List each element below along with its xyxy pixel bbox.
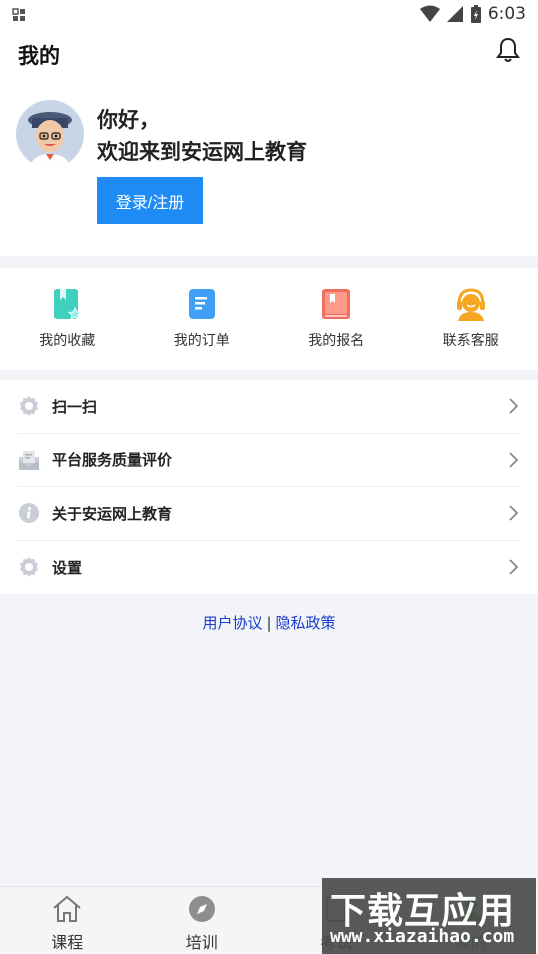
quick-item-label: 我的报名 bbox=[308, 333, 365, 349]
signal-icon bbox=[446, 6, 463, 22]
status-bar: 6:03 bbox=[0, 0, 538, 28]
chevron-right-icon bbox=[509, 559, 519, 575]
menu-item-label: 设置 bbox=[52, 558, 83, 577]
watermark-url: www.xiazaihao.com bbox=[330, 926, 515, 947]
compass-icon bbox=[188, 896, 215, 922]
menu-item-label: 扫一扫 bbox=[52, 397, 98, 416]
book-icon bbox=[322, 289, 351, 319]
avatar[interactable] bbox=[16, 100, 84, 168]
status-time: 6:03 bbox=[487, 4, 526, 24]
tab-label: 课程 bbox=[51, 933, 84, 952]
home-icon bbox=[53, 895, 81, 922]
menu-item-service-rating[interactable]: 平台服务质量评价 bbox=[18, 434, 520, 487]
gear-icon bbox=[19, 396, 39, 417]
link-separator: | bbox=[266, 614, 272, 632]
mail-icon bbox=[19, 450, 39, 470]
tab-training[interactable]: 培训 bbox=[135, 887, 270, 954]
quick-item-registrations[interactable]: 我的报名 bbox=[269, 268, 404, 370]
battery-icon bbox=[470, 5, 481, 23]
legal-links: 用户协议 | 隐私政策 bbox=[0, 612, 538, 633]
quick-item-label: 我的订单 bbox=[173, 333, 230, 349]
menu-item-label: 关于安运网上教育 bbox=[52, 504, 173, 523]
menu-item-label: 平台服务质量评价 bbox=[52, 451, 173, 470]
menu-item-about[interactable]: 关于安运网上教育 bbox=[18, 487, 520, 541]
greeting-line-2: 欢迎来到安运网上教育 bbox=[97, 140, 307, 164]
quick-actions: 我的收藏 我的订单 我的报名 联系客服 bbox=[0, 268, 538, 370]
quick-item-orders[interactable]: 我的订单 bbox=[135, 268, 270, 370]
menu-item-scan[interactable]: 扫一扫 bbox=[18, 380, 520, 434]
chevron-right-icon bbox=[509, 398, 519, 414]
menu-item-settings[interactable]: 设置 bbox=[18, 541, 520, 595]
customer-service-icon bbox=[456, 288, 485, 321]
greeting-line-1: 你好， bbox=[97, 108, 160, 132]
watermark: 下载互应用 www.xiazaihao.com bbox=[322, 878, 536, 954]
gear-icon bbox=[19, 557, 39, 578]
menu-list: 扫一扫 平台服务质量评价 关于安运网上教育 设置 bbox=[0, 380, 538, 594]
user-agreement-link[interactable]: 用户协议 bbox=[202, 614, 262, 632]
notification-icon bbox=[12, 7, 26, 26]
quick-item-favorites[interactable]: 我的收藏 bbox=[0, 268, 135, 370]
login-register-button[interactable]: 登录/注册 bbox=[97, 177, 203, 224]
chevron-right-icon bbox=[509, 505, 519, 521]
privacy-policy-link[interactable]: 隐私政策 bbox=[276, 614, 336, 632]
wifi-icon bbox=[419, 5, 440, 22]
profile-header: 我的 你好， 欢迎来到安运网上教育 登录/注册 bbox=[0, 28, 538, 256]
tab-courses[interactable]: 课程 bbox=[0, 887, 135, 954]
page-title: 我的 bbox=[18, 44, 60, 68]
tab-label: 培训 bbox=[185, 933, 218, 952]
quick-item-label: 我的收藏 bbox=[39, 333, 96, 349]
info-icon bbox=[19, 503, 39, 524]
bell-icon[interactable] bbox=[494, 36, 522, 64]
chevron-right-icon bbox=[509, 452, 519, 468]
quick-item-customer-service[interactable]: 联系客服 bbox=[404, 268, 538, 370]
document-icon bbox=[188, 289, 215, 319]
bookmark-star-icon bbox=[54, 289, 83, 320]
quick-item-label: 联系客服 bbox=[442, 333, 499, 349]
